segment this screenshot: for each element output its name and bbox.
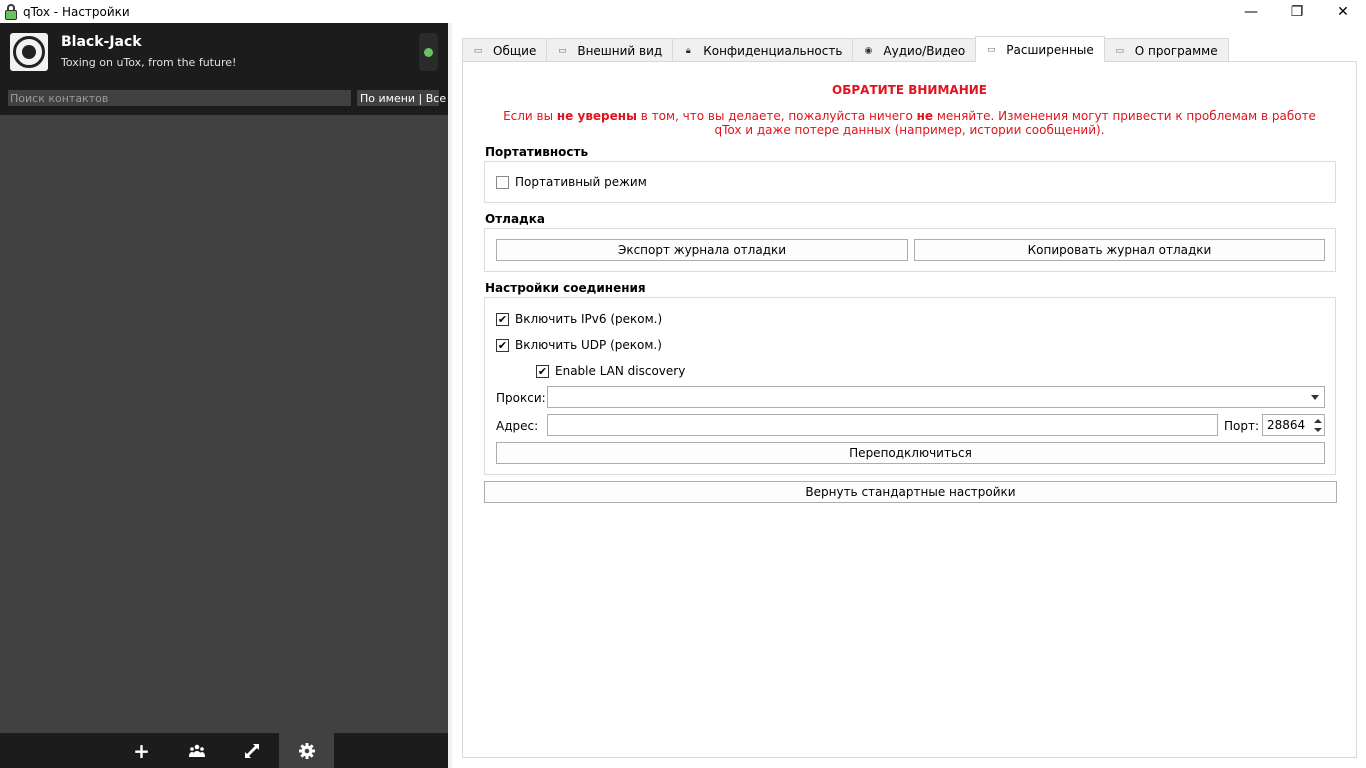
chevron-down-icon [1311,395,1319,400]
debug-group: Экспорт журнала отладки Копировать журна… [484,228,1336,272]
portability-section-title: Портативность [485,145,589,159]
lan-discovery-label: Enable LAN discovery [555,364,686,378]
spin-down-icon[interactable] [1313,427,1322,432]
warning-text-part: Если вы [503,109,557,123]
sidebar: Black-Jack Toxing on uTox, from the futu… [0,23,448,768]
tab-label: Конфиденциальность [703,43,843,58]
lock-icon: 🔒︎ [685,45,691,56]
group-chat-button[interactable] [169,733,224,768]
tab-appearance[interactable]: ▭ Внешний вид [546,38,674,62]
appearance-icon: ▭ [558,45,567,56]
plus-icon: + [133,738,150,763]
tab-label: Внешний вид [577,43,663,58]
advanced-icon: ▭ [987,44,996,55]
port-label: Порт: [1224,419,1260,433]
address-label: Адрес: [496,419,539,433]
profile-status-message[interactable]: Toxing on uTox, from the future! [61,56,236,69]
copy-debug-log-button[interactable]: Копировать журнал отладки [914,239,1325,261]
avatar-image-icon [13,36,45,68]
restore-button[interactable]: ❐ [1274,0,1320,23]
reset-defaults-button[interactable]: Вернуть стандартные настройки [484,481,1337,503]
contact-filter-button[interactable]: По имени | Все [357,90,446,106]
general-icon: ▭ [473,45,483,56]
warning-text-bold: не уверены [556,109,637,123]
connection-section-title: Настройки соединения [485,281,646,295]
search-bar: Поиск контактов По имени | Все [0,82,448,115]
udp-label: Включить UDP (реком.) [515,338,662,352]
checkmark-icon[interactable]: ✔ [496,338,509,352]
search-input[interactable]: Поиск контактов [8,90,351,106]
groups-icon [188,744,205,757]
export-debug-log-button[interactable]: Экспорт журнала отладки [496,239,908,261]
portability-group: Портативный режим [484,161,1336,203]
warning-text-part: в том, что вы делаете, пожалуйста ничего [636,109,917,123]
title-bar: qTox - Настройки — ❐ ✕ [0,0,1366,23]
port-value: 28864 [1267,418,1306,432]
reconnect-button[interactable]: Переподключиться [496,442,1325,464]
about-icon: ▭ [1115,45,1125,56]
settings-button[interactable] [279,733,334,768]
status-button[interactable] [419,33,438,71]
checkmark-icon[interactable]: ✔ [496,312,509,326]
warning-text: Если вы не уверены в том, что вы делаете… [493,109,1326,137]
qtox-lock-icon [4,3,18,20]
gear-icon [298,742,315,759]
window-title: qTox - Настройки [23,4,130,19]
checkmark-icon[interactable]: ✔ [536,364,549,378]
spin-arrows[interactable] [1312,416,1323,434]
debug-section-title: Отладка [485,212,545,226]
tab-label: О программе [1134,43,1218,58]
window-controls: — ❐ ✕ [1228,0,1366,23]
spin-up-icon[interactable] [1313,418,1322,423]
checkbox-box[interactable] [496,175,509,189]
proxy-select[interactable] [547,386,1325,408]
tab-label: Расширенные [1006,42,1094,57]
tab-general[interactable]: ▭ Общие [462,38,548,62]
bottom-toolbar: + [0,733,448,768]
webcam-icon: ◉ [864,45,873,56]
transfers-icon [244,743,259,758]
status-online-icon [424,47,433,57]
ipv6-checkbox[interactable]: ✔ Включить IPv6 (реком.) [496,312,662,326]
settings-tabs: ▭ Общие ▭ Внешний вид 🔒︎ Конфиденциально… [462,36,1229,62]
warning-text-bold: не [916,109,934,123]
settings-content: ▭ Общие ▭ Внешний вид 🔒︎ Конфиденциально… [452,23,1366,768]
minimize-button[interactable]: — [1228,0,1274,23]
advanced-settings-panel: ОБРАТИТЕ ВНИМАНИЕ Если вы не уверены в т… [462,61,1357,758]
tab-about[interactable]: ▭ О программе [1103,38,1229,62]
file-transfers-button[interactable] [224,733,279,768]
port-spinbox[interactable]: 28864 [1262,414,1325,436]
portable-mode-checkbox[interactable]: Портативный режим [496,175,647,189]
udp-checkbox[interactable]: ✔ Включить UDP (реком.) [496,338,662,352]
tab-privacy[interactable]: 🔒︎ Конфиденциальность [672,38,854,62]
address-input[interactable] [547,414,1218,436]
profile-name[interactable]: Black-Jack [61,34,142,50]
tab-label: Общие [493,43,537,58]
close-button[interactable]: ✕ [1320,0,1366,23]
profile-header: Black-Jack Toxing on uTox, from the futu… [0,23,448,82]
add-friend-button[interactable]: + [114,733,169,768]
proxy-label: Прокси: [496,391,546,405]
avatar[interactable] [10,33,48,71]
tab-advanced[interactable]: ▭ Расширенные [975,36,1105,62]
tab-audio-video[interactable]: ◉ Аудио/Видео [852,38,977,62]
connection-group: ✔ Включить IPv6 (реком.) ✔ Включить UDP … [484,297,1336,475]
lan-discovery-checkbox[interactable]: ✔ Enable LAN discovery [536,364,685,378]
warning-title: ОБРАТИТЕ ВНИМАНИЕ [832,83,987,97]
ipv6-label: Включить IPv6 (реком.) [515,312,663,326]
portable-mode-label: Портативный режим [515,175,647,189]
tab-label: Аудио/Видео [883,43,966,58]
